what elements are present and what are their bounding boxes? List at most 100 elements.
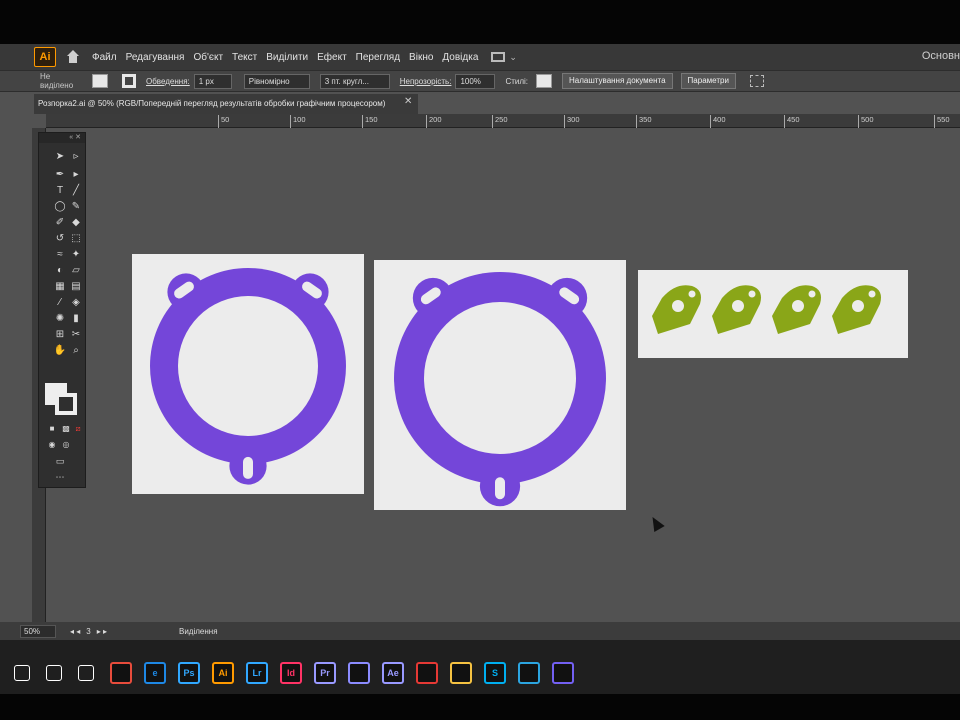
menu-edit[interactable]: Редагування	[126, 52, 185, 63]
document-setup-button[interactable]: Налаштування документа	[562, 73, 673, 89]
perspective-grid-icon[interactable]: ▱	[69, 265, 83, 277]
file-explorer-icon[interactable]	[450, 662, 472, 684]
align-icon[interactable]	[749, 75, 764, 87]
symbol-sprayer-icon[interactable]: ✺	[53, 313, 67, 325]
ellipse-tool-icon[interactable]: ◯	[53, 201, 67, 213]
chrome-icon[interactable]	[110, 662, 132, 684]
artboard-2[interactable]	[374, 260, 626, 510]
search-icon[interactable]	[46, 665, 62, 681]
style-swatch[interactable]	[536, 74, 553, 88]
menu-type[interactable]: Текст	[232, 52, 257, 63]
chevron-down-icon[interactable]: ⌄	[509, 52, 517, 63]
lightroom-icon[interactable]: Lr	[246, 662, 268, 684]
stroke-swatch[interactable]	[122, 74, 136, 88]
graph-tool-icon[interactable]: ▮	[69, 313, 83, 325]
mesh-tool-icon[interactable]: ▦	[53, 281, 67, 293]
direct-selection-tool-icon[interactable]: ▹	[69, 151, 83, 163]
hand-tool-icon[interactable]: ✋	[53, 345, 67, 357]
pen-tool-icon[interactable]: ✒	[53, 169, 67, 181]
ruler-tick: 400	[710, 115, 726, 128]
task-view-icon[interactable]	[78, 665, 94, 681]
menu-select[interactable]: Виділити	[266, 52, 308, 63]
shape-builder-icon[interactable]: ◐	[53, 265, 67, 277]
ruler-tick: 50	[218, 115, 229, 128]
artboard-1[interactable]	[132, 254, 364, 494]
skype-icon[interactable]: S	[484, 662, 506, 684]
selection-tool-icon[interactable]: ➤	[53, 151, 67, 163]
shaper-tool-icon[interactable]: ✐	[53, 217, 67, 229]
control-bar: Не виділено Обведення: 1 px Рівномірно 3…	[0, 70, 960, 92]
type-tool-icon[interactable]: T	[53, 185, 67, 197]
eraser-tool-icon[interactable]: ◆	[69, 217, 83, 229]
stroke-weight-field[interactable]: 1 px	[193, 73, 232, 89]
opacity-field[interactable]: 100%	[455, 73, 496, 89]
ruler-tick: 500	[858, 115, 874, 128]
menu-bar: Ai Файл Редагування Об'єкт Текст Виділит…	[0, 44, 960, 70]
draw-mode-icon[interactable]: ◉	[45, 439, 59, 451]
stroke-label[interactable]: Обведення:	[146, 77, 190, 86]
line-tool-icon[interactable]: ╱	[69, 185, 83, 197]
none-mode-icon[interactable]: ⧄	[71, 423, 85, 435]
screen-mode-icon[interactable]: ▭	[53, 455, 67, 467]
ring-bracket-graphic[interactable]	[132, 254, 364, 494]
tools-panel-header[interactable]: « ✕	[39, 133, 85, 143]
preferences-button[interactable]: Параметри	[680, 73, 736, 89]
menu-window[interactable]: Вікно	[409, 52, 433, 63]
acrobat-icon[interactable]	[416, 662, 438, 684]
stroke-color-well[interactable]	[55, 393, 77, 415]
artboard-nav-next[interactable]: ▸ ▸	[97, 627, 107, 636]
fill-swatch[interactable]	[92, 74, 108, 88]
width-tool-icon[interactable]: ≈	[53, 249, 67, 261]
premiere-icon[interactable]: Pr	[314, 662, 336, 684]
close-icon[interactable]: ✕	[404, 96, 412, 107]
tools-panel: « ✕ ➤ ▹ ✒ ▸ T ╱ ◯ ✎ ✐ ◆ ↺ ⬚ ≈ ✦ ◐ ▱ ▦ ▤ …	[38, 132, 86, 488]
puppet-warp-icon[interactable]: ✦	[69, 249, 83, 261]
arrange-documents-icon[interactable]	[491, 52, 506, 62]
mounting-tabs-graphic[interactable]	[638, 270, 908, 358]
ruler-tick: 550	[934, 115, 950, 128]
after-effects-icon[interactable]: Ae	[382, 662, 404, 684]
horizontal-ruler[interactable]: 50 100 150 200 250 300 350 400 450 500 5…	[46, 114, 960, 128]
menu-object[interactable]: Об'єкт	[193, 52, 223, 63]
gradient-tool-icon[interactable]: ▤	[69, 281, 83, 293]
brush-definition[interactable]: 3 пт. кругл...	[319, 73, 390, 89]
zoom-tool-icon[interactable]: ⌕	[69, 345, 83, 357]
menu-effect[interactable]: Ефект	[317, 52, 347, 63]
ruler-tick: 300	[564, 115, 580, 128]
eyedropper-tool-icon[interactable]: ⁄	[53, 297, 67, 309]
slice-tool-icon[interactable]: ✂	[69, 329, 83, 341]
more-tools-icon[interactable]: ⋯	[53, 471, 67, 483]
variable-width-profile[interactable]: Рівномірно	[243, 73, 310, 89]
ring-bracket-graphic[interactable]	[374, 260, 626, 510]
curvature-tool-icon[interactable]: ▸	[69, 169, 83, 181]
menu-view[interactable]: Перегляд	[356, 52, 400, 63]
telegram-icon[interactable]	[518, 662, 540, 684]
ruler-tick: 150	[362, 115, 378, 128]
blend-tool-icon[interactable]: ◈	[69, 297, 83, 309]
edge-icon[interactable]: e	[144, 662, 166, 684]
artboard-number[interactable]: 3	[86, 627, 90, 636]
windows-start-icon[interactable]	[14, 665, 30, 681]
color-mode-icon[interactable]: ■	[45, 423, 59, 435]
illustrator-logo: Ai	[34, 47, 56, 67]
menu-help[interactable]: Довідка	[442, 52, 478, 63]
draw-behind-icon[interactable]: ◎	[59, 439, 73, 451]
media-encoder-icon[interactable]	[348, 662, 370, 684]
rotate-tool-icon[interactable]: ↺	[53, 233, 67, 245]
home-icon[interactable]	[66, 50, 80, 64]
viber-icon[interactable]	[552, 662, 574, 684]
zoom-field[interactable]: 50%	[20, 624, 56, 638]
app-window: Ai Файл Редагування Об'єкт Текст Виділит…	[0, 44, 960, 694]
illustrator-icon[interactable]: Ai	[212, 662, 234, 684]
workspace-switcher[interactable]: Основн	[922, 50, 960, 62]
scale-tool-icon[interactable]: ⬚	[69, 233, 83, 245]
brush-tool-icon[interactable]: ✎	[69, 201, 83, 213]
menu-file[interactable]: Файл	[92, 52, 117, 63]
artboard-tool-icon[interactable]: ⊞	[53, 329, 67, 341]
document-tab[interactable]: Розпорка2.ai @ 50% (RGB/Попередній перег…	[34, 94, 418, 114]
opacity-label[interactable]: Непрозорість:	[400, 77, 452, 86]
indesign-icon[interactable]: Id	[280, 662, 302, 684]
artboard-nav-arrows[interactable]: ◂ ◂	[70, 627, 80, 636]
artboard-3[interactable]	[638, 270, 908, 358]
photoshop-icon[interactable]: Ps	[178, 662, 200, 684]
